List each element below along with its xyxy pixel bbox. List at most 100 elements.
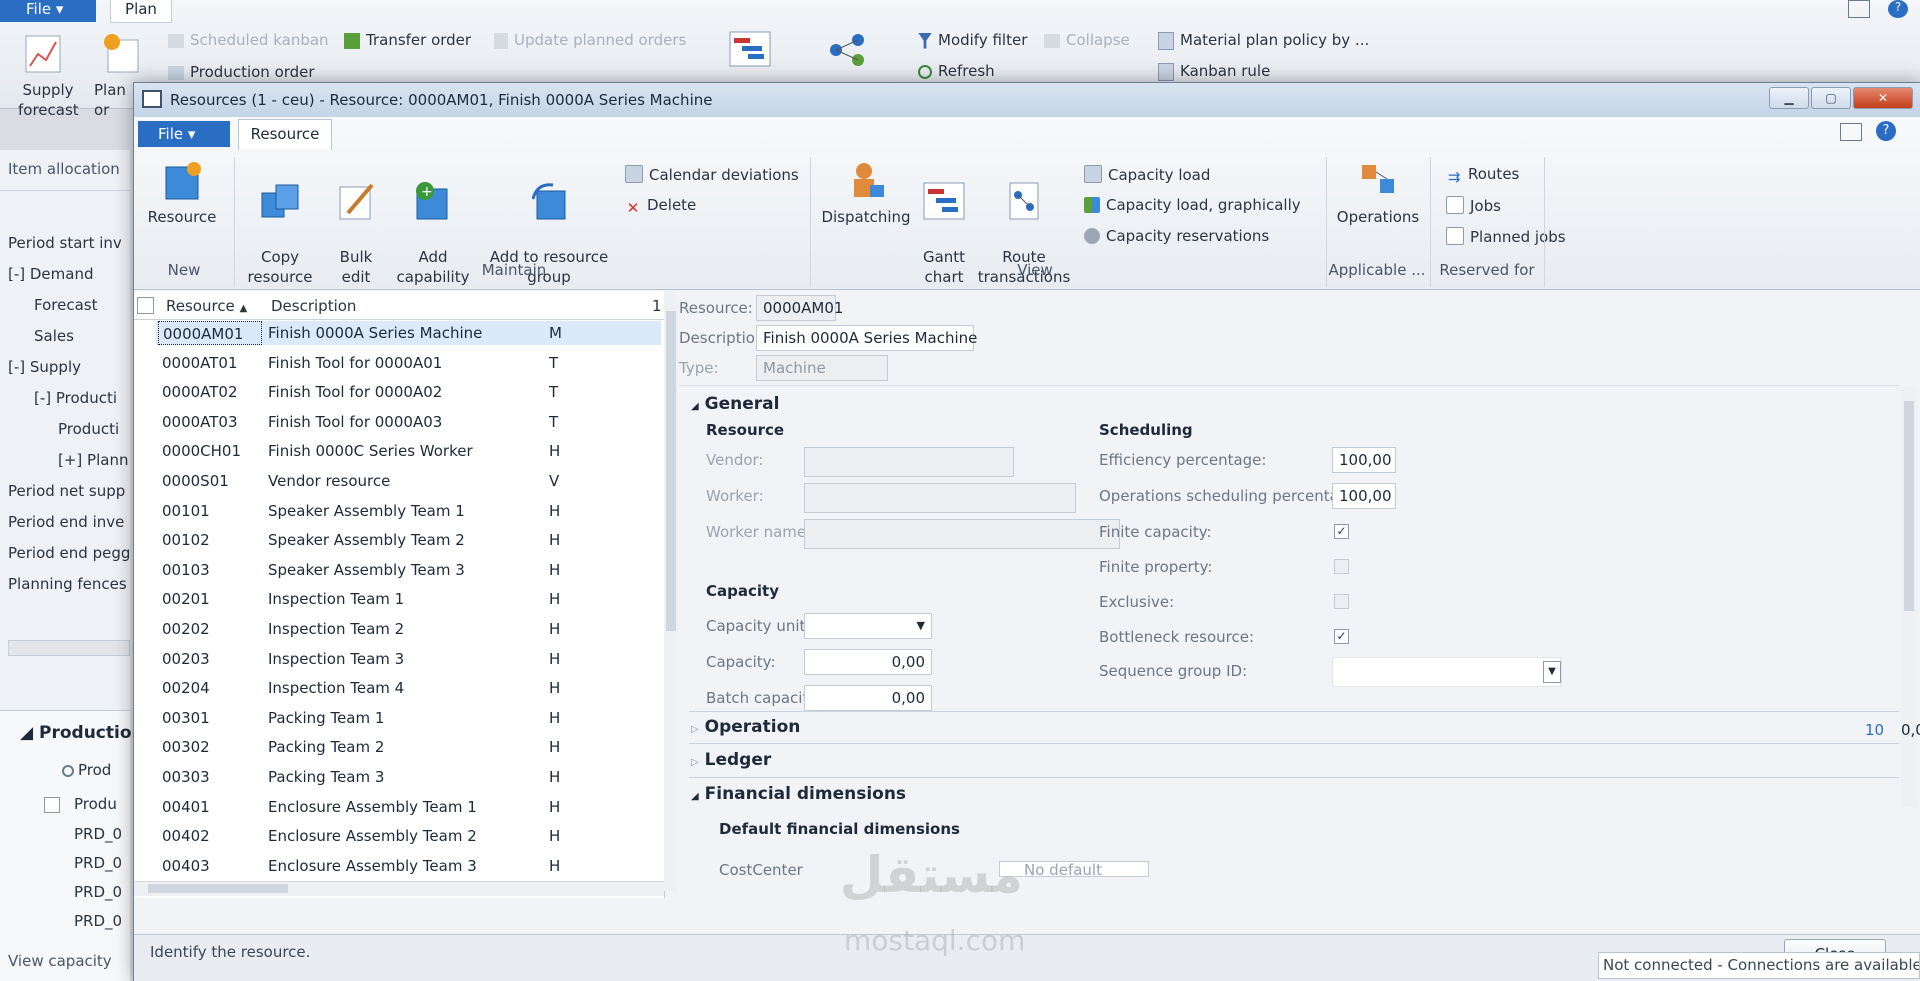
column-resource[interactable]: Resource ▲ bbox=[166, 297, 247, 315]
sequence-group-select[interactable]: ▼ bbox=[1332, 657, 1562, 687]
table-row[interactable]: 00402 Enclosure Assembly Team 2 H bbox=[156, 824, 661, 848]
table-row[interactable]: 0000S01 Vendor resource V bbox=[156, 469, 661, 493]
tab-resource[interactable]: Resource bbox=[238, 119, 332, 150]
minimize-button[interactable]: ▁ bbox=[1769, 87, 1809, 109]
file-tab[interactable]: File ▾ bbox=[138, 121, 230, 147]
bg-file-tab[interactable]: File ▾ bbox=[0, 0, 96, 22]
bg-production-order[interactable]: Production order bbox=[168, 63, 315, 81]
capacity-field[interactable]: 0,00 bbox=[804, 649, 932, 675]
bg-item-allocation[interactable]: Item allocation bbox=[8, 160, 120, 178]
table-row[interactable]: 0000AM01 Finish 0000A Series Machine M bbox=[156, 321, 661, 345]
bg-refresh[interactable]: Refresh bbox=[918, 62, 995, 80]
bg-tree-row[interactable]: Period start inv bbox=[8, 234, 122, 252]
bg-prd-row[interactable]: PRD_0 bbox=[74, 883, 122, 901]
finite-capacity-checkbox[interactable]: ✓ bbox=[1334, 524, 1349, 539]
bg-modify-filter[interactable]: Modify filter bbox=[918, 31, 1027, 49]
bg-help-icon[interactable]: ? bbox=[1888, 0, 1908, 18]
batch-capacity-field[interactable]: 0,00 bbox=[804, 685, 932, 711]
table-row[interactable]: 00202 Inspection Team 2 H bbox=[156, 617, 661, 641]
new-resource-button[interactable]: Resource bbox=[144, 159, 220, 227]
bg-tree-row[interactable]: [-] Supply bbox=[8, 358, 81, 376]
operations-button[interactable]: Operations bbox=[1330, 159, 1426, 227]
capacity-reservations-button[interactable]: Capacity reservations bbox=[1084, 227, 1269, 245]
table-row[interactable]: 00302 Packing Team 2 H bbox=[156, 735, 661, 759]
bg-prd-row[interactable]: PRD_0 bbox=[74, 825, 122, 843]
table-row[interactable]: 00401 Enclosure Assembly Team 1 H bbox=[156, 795, 661, 819]
supply-forecast-label[interactable]: Supply forecast bbox=[18, 80, 79, 120]
bottleneck-checkbox[interactable]: ✓ bbox=[1334, 629, 1349, 644]
bg-tree-row[interactable]: Sales bbox=[34, 327, 74, 345]
jobs-button[interactable]: Jobs bbox=[1446, 196, 1501, 215]
plan-orders-label[interactable]: Plan or bbox=[94, 80, 130, 120]
bg-prod-column[interactable]: Produ bbox=[74, 795, 117, 813]
general-section-header[interactable]: ◢ General bbox=[691, 394, 779, 414]
operation-section-header[interactable]: ▷ Operation bbox=[691, 717, 800, 737]
bg-tree-row[interactable]: Forecast bbox=[34, 296, 97, 314]
bg-tree-row[interactable]: Planning fences bbox=[8, 575, 127, 593]
table-row[interactable]: 00101 Speaker Assembly Team 1 H bbox=[156, 499, 661, 523]
dropdown-arrow-icon[interactable]: ▼ bbox=[1543, 661, 1561, 683]
column-description[interactable]: Description bbox=[271, 297, 356, 315]
bg-tree-row[interactable]: Period net supp bbox=[8, 482, 125, 500]
bg-tree-row[interactable]: Producti bbox=[58, 420, 119, 438]
table-row[interactable]: 0000AT02 Finish Tool for 0000A02 T bbox=[156, 380, 661, 404]
list-hscrollbar[interactable] bbox=[134, 881, 664, 896]
detail-vscrollbar[interactable] bbox=[1901, 387, 1917, 807]
bg-gantt-icon[interactable] bbox=[728, 30, 772, 70]
resource-id-field[interactable]: 0000AM01 bbox=[756, 295, 843, 321]
scroll-thumb[interactable] bbox=[666, 311, 676, 631]
capacity-load-button[interactable]: Capacity load bbox=[1084, 165, 1210, 184]
scroll-thumb[interactable] bbox=[1904, 401, 1914, 611]
bg-tree-row[interactable]: [+] Plann bbox=[58, 451, 128, 469]
status-help-text: Identify the resource. bbox=[150, 943, 311, 961]
planned-jobs-button[interactable]: Planned jobs bbox=[1446, 227, 1566, 246]
window-titlebar[interactable]: Resources (1 - ceu) - Resource: 0000AM01… bbox=[134, 83, 1920, 117]
table-row[interactable]: 00303 Packing Team 3 H bbox=[156, 765, 661, 789]
ledger-section-header[interactable]: ▷ Ledger bbox=[691, 750, 771, 770]
list-vscrollbar[interactable] bbox=[664, 291, 678, 891]
bg-kanban-rule[interactable]: Kanban rule bbox=[1158, 62, 1270, 81]
capacity-load-graphically-button[interactable]: Capacity load, graphically bbox=[1084, 196, 1301, 214]
close-window-button[interactable]: ✕ bbox=[1853, 87, 1913, 109]
maximize-button[interactable]: ▢ bbox=[1811, 87, 1851, 109]
select-all-checkbox[interactable] bbox=[137, 297, 154, 314]
bg-view-capacity[interactable]: View capacity bbox=[8, 952, 112, 970]
bg-plan-tab[interactable]: Plan bbox=[110, 0, 172, 23]
dispatching-button[interactable]: Dispatching bbox=[818, 159, 914, 227]
delete-button[interactable]: ✕ Delete bbox=[625, 196, 697, 216]
table-row[interactable]: 00103 Speaker Assembly Team 3 H bbox=[156, 558, 661, 582]
help-icon[interactable]: ? bbox=[1876, 121, 1896, 141]
table-row[interactable]: 00301 Packing Team 1 H bbox=[156, 706, 661, 730]
column-type[interactable]: 1 bbox=[652, 297, 662, 315]
bg-select-all-checkbox[interactable] bbox=[44, 797, 60, 813]
table-row[interactable]: 00102 Speaker Assembly Team 2 H bbox=[156, 528, 661, 552]
bg-hscrollbar[interactable] bbox=[8, 640, 130, 656]
bg-prd-row[interactable]: PRD_0 bbox=[74, 854, 122, 872]
bg-tree-row[interactable]: [-] Demand bbox=[8, 265, 94, 283]
efficiency-field[interactable]: 100,00 bbox=[1332, 447, 1396, 473]
description-field[interactable]: Finish 0000A Series Machine bbox=[756, 325, 977, 351]
capacity-unit-select[interactable]: ▼ bbox=[804, 613, 932, 639]
table-row[interactable]: 0000CH01 Finish 0000C Series Worker H bbox=[156, 439, 661, 463]
table-row[interactable]: 0000AT03 Finish Tool for 0000A03 T bbox=[156, 410, 661, 434]
bg-tree-row[interactable]: Period end pegg bbox=[8, 544, 130, 562]
bg-tree-row[interactable]: [-] Producti bbox=[34, 389, 117, 407]
bg-restore-icon[interactable] bbox=[1848, 0, 1870, 18]
scroll-thumb[interactable] bbox=[148, 884, 288, 893]
bg-transfer-order[interactable]: Transfer order bbox=[344, 31, 471, 49]
bg-prod-search[interactable]: Prod bbox=[62, 761, 111, 779]
table-row[interactable]: 00201 Inspection Team 1 H bbox=[156, 587, 661, 611]
routes-button[interactable]: ⇉ Routes bbox=[1446, 165, 1520, 185]
bg-prd-row[interactable]: PRD_0 bbox=[74, 912, 122, 930]
restore-ribbon-icon[interactable] bbox=[1840, 123, 1862, 141]
table-row[interactable]: 0000AT01 Finish Tool for 0000A01 T bbox=[156, 351, 661, 375]
table-row[interactable]: 00203 Inspection Team 3 H bbox=[156, 647, 661, 671]
table-row[interactable]: 00403 Enclosure Assembly Team 3 H bbox=[156, 854, 661, 878]
bg-network-icon[interactable] bbox=[826, 30, 870, 70]
table-row[interactable]: 00204 Inspection Team 4 H bbox=[156, 676, 661, 700]
bg-material-plan-policy[interactable]: Material plan policy by ... bbox=[1158, 31, 1369, 50]
calendar-deviations-button[interactable]: Calendar deviations bbox=[625, 165, 799, 184]
bg-tree-row[interactable]: Period end inve bbox=[8, 513, 124, 531]
financial-dimensions-section-header[interactable]: ◢ Financial dimensions bbox=[691, 784, 906, 804]
operations-scheduling-field[interactable]: 100,00 bbox=[1332, 483, 1396, 509]
